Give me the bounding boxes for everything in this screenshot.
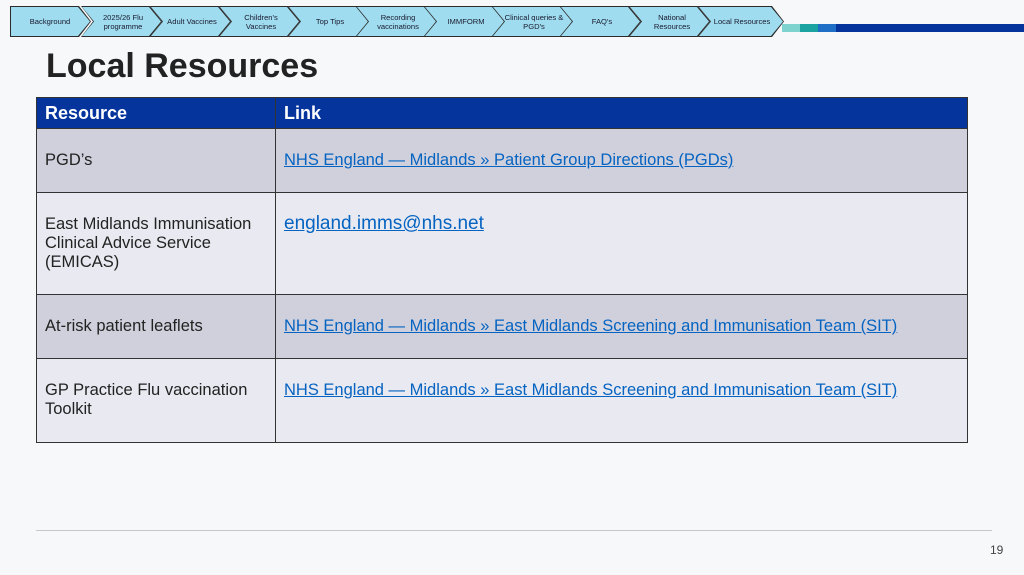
sit-link[interactable]: NHS England — Midlands » East Midlands S…	[284, 317, 897, 335]
column-header-link: Link	[275, 97, 968, 129]
nav-label: 2025/26 Flu programme	[102, 12, 144, 31]
resources-table: Resource Link PGD’s NHS England — Midlan…	[36, 97, 968, 443]
nav-label: Children's Vaccines	[244, 12, 278, 31]
link-cell: NHS England — Midlands » Patient Group D…	[275, 128, 968, 193]
accent-bar-segment	[782, 24, 800, 32]
footer-divider	[36, 530, 992, 531]
nav-label: Background	[29, 17, 71, 26]
nav-label: FAQ's	[591, 17, 613, 26]
resource-cell: GP Practice Flu vaccination Toolkit	[36, 358, 276, 443]
accent-bar-segment	[800, 24, 818, 32]
page-number: 19	[990, 543, 1004, 557]
pgd-link[interactable]: NHS England — Midlands » Patient Group D…	[284, 151, 733, 169]
accent-bar-segment	[818, 24, 836, 32]
table-row: PGD’s NHS England — Midlands » Patient G…	[36, 128, 968, 193]
page-title: Local Resources	[46, 47, 319, 85]
resource-cell: At-risk patient leaflets	[36, 294, 276, 359]
table-row: At-risk patient leaflets NHS England — M…	[36, 294, 968, 359]
nav-label: Adult Vaccines	[167, 17, 217, 26]
resource-cell: PGD’s	[36, 128, 276, 193]
table-row: GP Practice Flu vaccination Toolkit NHS …	[36, 358, 968, 443]
link-cell: NHS England — Midlands » East Midlands S…	[275, 358, 968, 443]
link-cell: england.imms@nhs.net	[275, 192, 968, 295]
nav-label: Local Resources	[713, 17, 771, 26]
resource-cell: East Midlands Immunisation Clinical Advi…	[36, 192, 276, 295]
sit-toolkit-link[interactable]: NHS England — Midlands » East Midlands S…	[284, 381, 897, 399]
link-cell: NHS England — Midlands » East Midlands S…	[275, 294, 968, 359]
column-header-resource: Resource	[36, 97, 276, 129]
table-row: East Midlands Immunisation Clinical Advi…	[36, 192, 968, 295]
emicas-email-link[interactable]: england.imms@nhs.net	[284, 213, 484, 234]
accent-bar-segment	[836, 24, 1024, 32]
